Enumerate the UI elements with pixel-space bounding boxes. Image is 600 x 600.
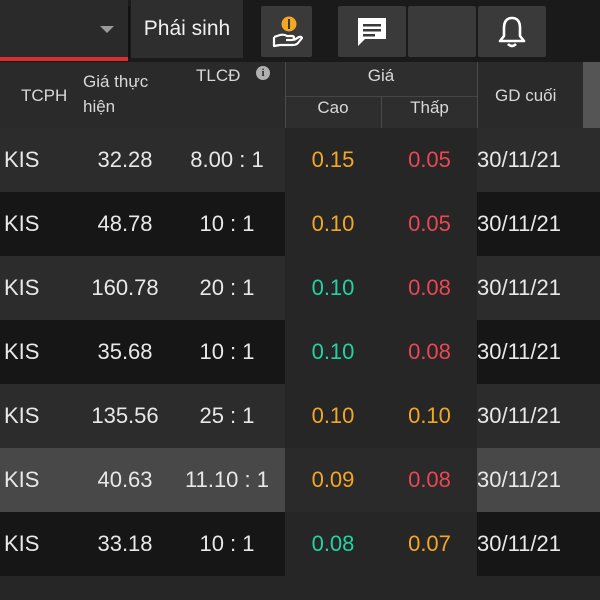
hand-coin-icon (272, 16, 303, 47)
partial-row (0, 576, 600, 600)
cell-last-trade: 30/11/21 (477, 467, 562, 492)
top-bar: Phái sinh (0, 0, 600, 62)
header-high: Cao (317, 98, 349, 117)
cell-ratio: 25 : 1 (199, 403, 255, 428)
cell-issuer: KIS (4, 403, 40, 428)
cell-issuer: KIS (4, 531, 40, 556)
table-row[interactable]: KIS 48.78 10 : 1 0.10 0.05 30/11/21 (0, 192, 600, 256)
table-row[interactable]: KIS 35.68 10 : 1 0.10 0.08 30/11/21 (0, 320, 600, 384)
cell-last-trade: 30/11/21 (477, 531, 562, 556)
cell-exercise-price: 135.56 (91, 403, 159, 428)
cell-low: 0.08 (408, 467, 451, 492)
notifications-button[interactable] (478, 6, 546, 57)
table-row[interactable]: KIS 160.78 20 : 1 0.10 0.08 30/11/21 (0, 256, 600, 320)
header-low: Thấp (410, 98, 449, 117)
header-tcph: TCPH (21, 86, 68, 105)
cell-issuer: KIS (4, 147, 40, 172)
cell-last-trade: 30/11/21 (477, 339, 562, 364)
chevron-down-icon (100, 26, 114, 33)
cell-issuer: KIS (4, 275, 40, 300)
cell-issuer: KIS (4, 211, 40, 236)
header-last-trade: GD cuối (495, 86, 557, 105)
tab-derivatives[interactable]: Phái sinh (131, 0, 243, 58)
cell-exercise-price: 32.28 (97, 147, 153, 172)
blank-button[interactable] (408, 6, 476, 57)
cell-ratio: 10 : 1 (199, 531, 255, 556)
cell-low: 0.05 (408, 211, 451, 236)
cell-low: 0.07 (408, 531, 451, 556)
cell-low: 0.05 (408, 147, 451, 172)
cell-ratio: 10 : 1 (199, 339, 255, 364)
cell-exercise-price: 40.63 (97, 467, 153, 492)
cell-low: 0.08 (408, 275, 451, 300)
header-divider (477, 62, 478, 128)
chat-icon (358, 17, 386, 46)
header-divider (285, 62, 286, 128)
cell-high: 0.10 (311, 339, 355, 364)
bell-icon (498, 16, 526, 47)
cell-low: 0.08 (408, 339, 451, 364)
info-icon[interactable]: i (256, 66, 270, 80)
divider (128, 6, 130, 58)
cell-high: 0.10 (311, 211, 355, 236)
header-price: Giá (367, 66, 395, 85)
cell-high: 0.08 (311, 531, 355, 556)
cell-last-trade: 30/11/21 (477, 147, 562, 172)
cell-high: 0.15 (311, 147, 355, 172)
cell-last-trade: 30/11/21 (477, 403, 562, 428)
cell-ratio: 10 : 1 (199, 211, 255, 236)
header-divider (381, 96, 382, 128)
active-indicator (0, 57, 128, 61)
table-row[interactable]: KIS 135.56 25 : 1 0.10 0.10 30/11/21 (0, 384, 600, 448)
market-dropdown[interactable] (0, 0, 128, 58)
chat-button[interactable] (338, 6, 406, 57)
cell-last-trade: 30/11/21 (477, 275, 562, 300)
table-row[interactable]: KIS 32.28 8.00 : 1 0.15 0.05 30/11/21 (0, 128, 600, 192)
cell-last-trade: 30/11/21 (477, 211, 562, 236)
header-exercise-price-line2: hiện (83, 97, 116, 116)
cell-issuer: KIS (4, 339, 40, 364)
cell-exercise-price: 160.78 (91, 275, 159, 300)
cell-high: 0.10 (311, 403, 355, 428)
header-ratio: TLCĐ (196, 66, 241, 85)
cell-issuer: KIS (4, 467, 40, 492)
cell-exercise-price: 35.68 (97, 339, 153, 364)
cell-high: 0.09 (311, 467, 355, 492)
cell-low: 0.10 (408, 403, 451, 428)
header-next-column (583, 62, 600, 128)
cell-ratio: 20 : 1 (199, 275, 255, 300)
money-button[interactable] (261, 6, 312, 57)
cell-high: 0.10 (311, 275, 355, 300)
cell-exercise-price: 33.18 (97, 531, 153, 556)
cell-exercise-price: 48.78 (97, 211, 153, 236)
table-row[interactable]: KIS 33.18 10 : 1 0.08 0.07 30/11/21 (0, 512, 600, 576)
header-exercise-price-line1: Giá thực (83, 72, 149, 91)
cell-ratio: 11.10 : 1 (185, 467, 269, 492)
cell-ratio: 8.00 : 1 (190, 147, 264, 172)
table-row[interactable]: KIS 40.63 11.10 : 1 0.09 0.08 30/11/21 (0, 448, 600, 512)
